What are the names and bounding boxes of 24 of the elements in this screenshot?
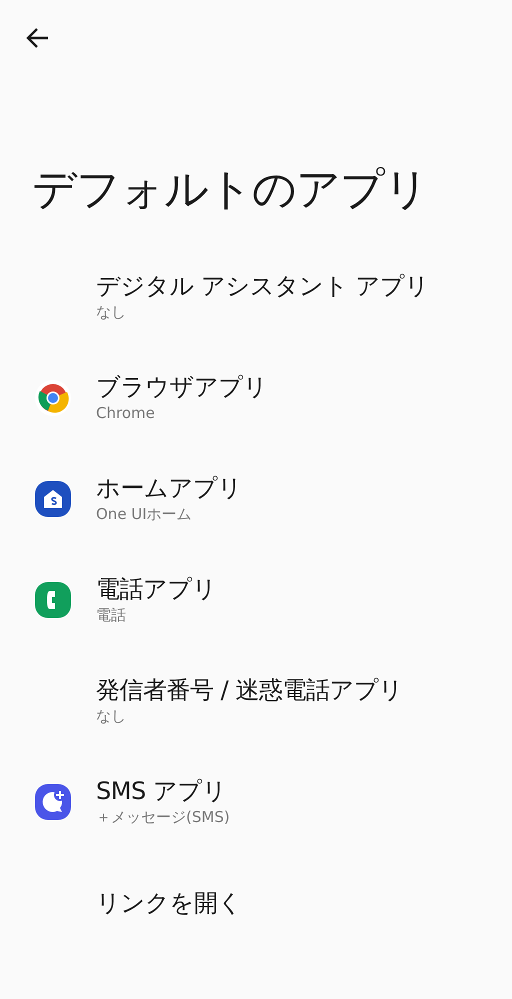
item-title: SMS アプリ	[96, 777, 228, 806]
item-title: ホームアプリ	[96, 474, 242, 503]
settings-item[interactable]: デジタル アシスタント アプリ なし	[0, 246, 512, 348]
item-value: なし	[96, 302, 127, 322]
message-icon	[34, 783, 72, 822]
settings-item[interactable]: ブラウザアプリ Chrome	[0, 348, 512, 449]
item-value: One UIホーム	[96, 504, 193, 524]
phone-icon	[34, 581, 72, 620]
settings-item[interactable]: ホームアプリ One UIホーム	[0, 448, 512, 550]
settings-item[interactable]: SMS アプリ ＋メッセージ(SMS)	[0, 752, 512, 853]
item-value: なし	[96, 706, 127, 726]
item-value: Chrome	[96, 404, 156, 424]
item-value: ＋メッセージ(SMS)	[96, 808, 230, 828]
page-title: デフォルトのアプリ	[32, 164, 429, 217]
item-title: 発信者番号 / 迷惑電話アプリ	[96, 676, 403, 705]
settings-item[interactable]: 発信者番号 / 迷惑電話アプリ なし	[0, 650, 512, 752]
item-title: 電話アプリ	[96, 575, 216, 604]
settings-item[interactable]: 電話アプリ 電話	[0, 550, 512, 651]
item-value: 電話	[96, 606, 127, 626]
home-icon	[34, 480, 72, 518]
item-title: ブラウザアプリ	[96, 373, 268, 402]
settings-item[interactable]: リンクを開く	[0, 852, 512, 954]
item-title: リンクを開く	[96, 888, 242, 918]
item-title: デジタル アシスタント アプリ	[96, 272, 429, 301]
